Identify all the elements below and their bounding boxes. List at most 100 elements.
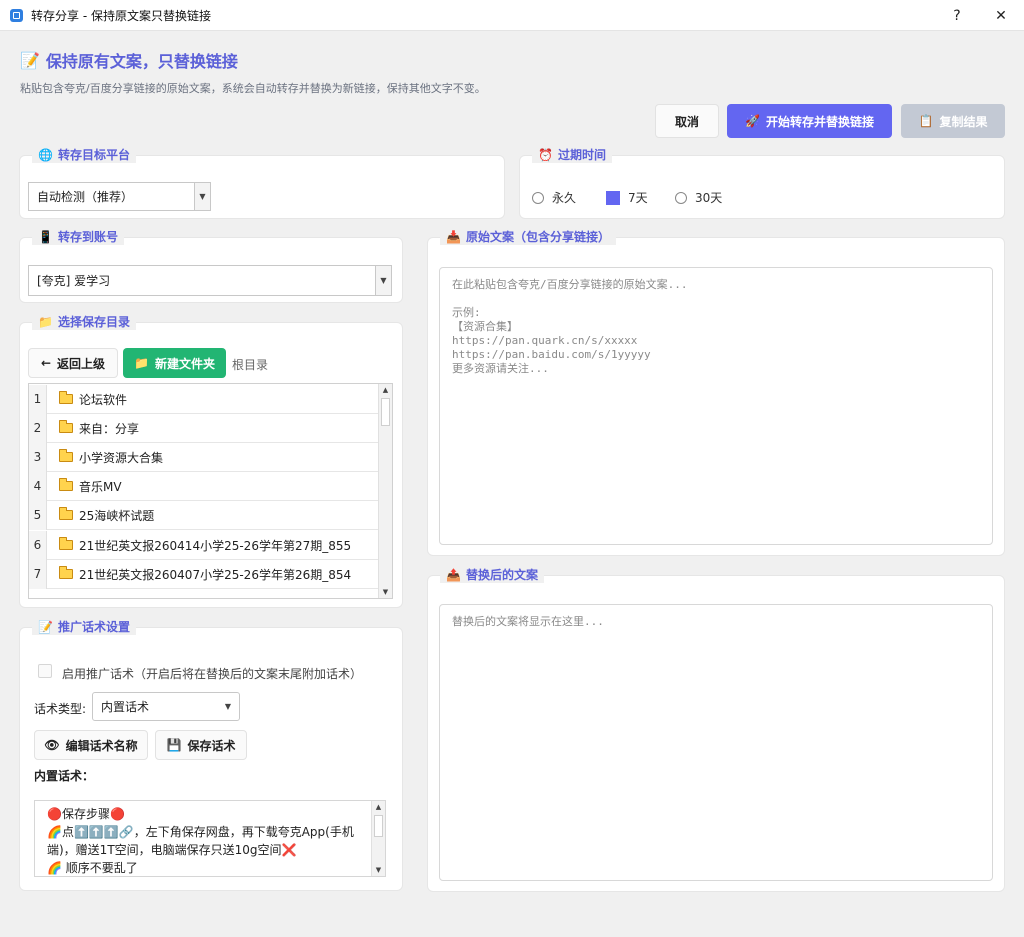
account-panel: 📱 转存到账号 [夸克] 爱学习 ▼ xyxy=(19,229,403,303)
start-transfer-button[interactable]: 🚀 开始转存并替换链接 xyxy=(727,104,892,138)
row-number: 5 xyxy=(29,500,47,530)
folder-row[interactable]: 7 21世纪英文报260407小学25-26学年第26期_854 xyxy=(29,559,380,589)
outbox-icon: 📤 xyxy=(446,568,461,582)
rocket-icon: 🚀 xyxy=(745,114,760,128)
platform-selected: 自动检测（推荐） xyxy=(37,190,134,204)
globe-icon: 🌐 xyxy=(38,148,53,162)
eye-icon: 👁 xyxy=(44,738,60,752)
result-legend: 📤 替换后的文案 xyxy=(440,567,544,583)
alarm-clock-icon: ⏰ xyxy=(538,148,553,162)
folder-row[interactable]: 6 21世纪英文报260414小学25-26学年第27期_855 xyxy=(29,530,380,560)
folder-legend: 📁 选择保存目录 xyxy=(32,314,136,330)
folder-name: 小学资源大合集 xyxy=(79,450,164,465)
original-text-input[interactable]: 在此粘贴包含夸克/百度分享链接的原始文案... 示例: 【资源合集】 https… xyxy=(439,267,993,545)
copy-label: 复制结果 xyxy=(939,114,988,129)
enable-promo-checkbox[interactable] xyxy=(38,664,52,678)
promo-line: 🌈 顺序不要乱了 xyxy=(47,861,138,875)
radio-icon xyxy=(675,191,687,204)
platform-select[interactable]: 自动检测（推荐） ▼ xyxy=(28,182,211,211)
result-text-output[interactable]: 替换后的文案将显示在这里... xyxy=(439,604,993,881)
enable-promo-label: 启用推广话术（开启后将在替换后的文案末尾附加话术） xyxy=(62,667,363,681)
folder-icon xyxy=(59,420,73,433)
promo-type-select[interactable]: 内置话术 ▼ xyxy=(92,692,240,721)
account-selected: [夸克] 爱学习 xyxy=(37,274,111,288)
original-legend-text: 原始文案（包含分享链接） xyxy=(465,230,610,244)
account-legend: 📱 转存到账号 xyxy=(32,229,124,245)
radio-icon xyxy=(532,191,544,204)
phone-icon: 📱 xyxy=(38,230,53,244)
row-number: 3 xyxy=(29,442,47,472)
close-button[interactable]: ✕ xyxy=(978,0,1024,31)
row-number: 6 xyxy=(29,530,47,560)
promo-type-label: 话术类型: xyxy=(34,702,87,716)
back-label: 返回上级 xyxy=(57,356,106,371)
folder-icon xyxy=(59,449,73,462)
scroll-thumb[interactable] xyxy=(381,398,390,426)
folder-icon xyxy=(59,566,73,579)
scroll-thumb[interactable] xyxy=(374,815,383,837)
platform-legend: 🌐 转存目标平台 xyxy=(32,147,136,163)
page-description: 粘贴包含夸克/百度分享链接的原始文案，系统会自动转存并替换为新链接，保持其他文字… xyxy=(20,82,486,95)
scroll-up-icon[interactable]: ▲ xyxy=(379,384,392,396)
folder-row[interactable]: 1 论坛软件 xyxy=(29,384,380,414)
result-legend-text: 替换后的文案 xyxy=(465,568,538,582)
inbox-icon: 📥 xyxy=(446,230,461,244)
expiry-option-30days[interactable]: 30天 xyxy=(675,189,722,206)
folder-name: 21世纪英文报260414小学25-26学年第27期_855 xyxy=(79,538,352,553)
radio-selected-icon xyxy=(606,190,620,205)
folder-icon xyxy=(59,391,73,404)
expiry-option-7days[interactable]: 7天 xyxy=(606,189,648,206)
folder-name: 音乐MV xyxy=(79,479,122,494)
folder-icon xyxy=(59,537,73,550)
platform-panel: 🌐 转存目标平台 自动检测（推荐） ▼ xyxy=(19,147,505,219)
chevron-down-icon: ▼ xyxy=(375,266,391,295)
folder-name: 来自：分享 xyxy=(79,421,140,436)
expiry-panel: ⏰ 过期时间 永久 7天 30天 xyxy=(519,147,1005,219)
promo-scrollbar[interactable]: ▲ ▼ xyxy=(371,801,385,876)
scroll-up-icon[interactable]: ▲ xyxy=(372,801,385,813)
expiry-option-label: 30天 xyxy=(695,191,723,205)
folder-row[interactable]: 4 音乐MV xyxy=(29,471,380,501)
start-label: 开始转存并替换链接 xyxy=(765,114,874,129)
expiry-legend-text: 过期时间 xyxy=(557,148,606,162)
back-button[interactable]: ← 返回上级 xyxy=(28,348,118,378)
new-folder-button[interactable]: 📁 新建文件夹 xyxy=(123,348,226,378)
folder-icon xyxy=(59,507,73,520)
memo-icon: 📝 xyxy=(38,620,53,634)
edit-promo-name-label: 编辑话术名称 xyxy=(65,738,138,753)
promo-textarea[interactable]: 🔴保存步骤🔴 🌈点⬆️⬆️⬆️🔗，左下角保存网盘，再下载夸克App(手机 端)，… xyxy=(34,800,386,877)
cancel-label: 取消 xyxy=(674,114,699,129)
folder-row[interactable]: 5 25海峡杯试题 xyxy=(29,500,380,530)
scroll-down-icon[interactable]: ▼ xyxy=(372,864,385,876)
row-number: 1 xyxy=(29,384,47,414)
builtin-promo-label: 内置话术： xyxy=(34,769,95,783)
save-promo-button[interactable]: 💾 保存话术 xyxy=(155,730,247,760)
page-title-text: 保持原有文案，只替换链接 xyxy=(45,52,238,71)
floppy-disk-icon: 💾 xyxy=(166,738,182,752)
cancel-button[interactable]: 取消 xyxy=(655,104,719,138)
app-icon xyxy=(10,8,23,22)
account-select[interactable]: [夸克] 爱学习 ▼ xyxy=(28,265,392,296)
arrow-left-icon: ← xyxy=(40,356,52,370)
edit-promo-name-button[interactable]: 👁 编辑话术名称 xyxy=(34,730,148,760)
folder-name: 论坛软件 xyxy=(79,392,128,407)
chevron-down-icon: ▼ xyxy=(194,183,210,210)
row-number: 4 xyxy=(29,471,47,501)
expiry-option-forever[interactable]: 永久 xyxy=(532,189,576,206)
promo-legend-text: 推广话术设置 xyxy=(57,620,130,634)
folder-row[interactable]: 2 来自：分享 xyxy=(29,413,380,443)
copy-result-button[interactable]: 📋 复制结果 xyxy=(901,104,1005,138)
folder-list-scrollbar[interactable]: ▲ ▼ xyxy=(378,384,392,598)
scroll-down-icon[interactable]: ▼ xyxy=(379,586,392,598)
folder-icon: 📁 xyxy=(134,356,149,370)
folder-row[interactable]: 3 小学资源大合集 xyxy=(29,442,380,472)
promo-line: 🌈点⬆️⬆️⬆️🔗，左下角保存网盘，再下载夸克App(手机 xyxy=(47,825,354,839)
help-button[interactable]: ? xyxy=(934,0,980,31)
promo-line: 端)，赠送1T空间，电脑端保存只送10g空间❌ xyxy=(47,843,297,857)
save-promo-label: 保存话术 xyxy=(187,738,236,753)
memo-icon: 📝 xyxy=(20,50,40,70)
expiry-option-label: 永久 xyxy=(552,191,577,205)
title-bar: 转存分享 - 保持原文案只替换链接 ? ✕ xyxy=(0,0,1024,31)
current-path: 根目录 xyxy=(232,358,269,372)
platform-legend-text: 转存目标平台 xyxy=(57,148,130,162)
